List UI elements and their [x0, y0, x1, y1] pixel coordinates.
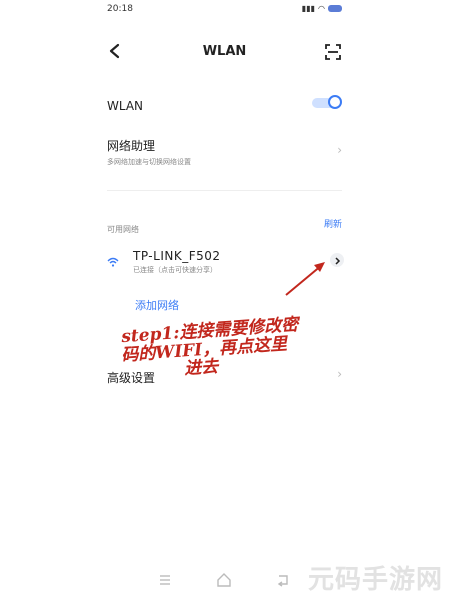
- chevron-right-icon: ›: [337, 367, 342, 381]
- refresh-button[interactable]: 刷新: [324, 217, 342, 230]
- wifi-network-name: TP-LINK_F502: [133, 249, 221, 263]
- wifi-status-icon: ◠: [318, 4, 325, 13]
- home-icon[interactable]: [214, 570, 234, 590]
- divider: [107, 190, 342, 191]
- header: WLAN: [93, 40, 356, 64]
- wlan-label: WLAN: [107, 99, 144, 113]
- wifi-details-button[interactable]: [330, 253, 344, 267]
- wifi-icon: [107, 257, 119, 267]
- wlan-toggle[interactable]: [312, 95, 342, 111]
- phone-screen: 20:18 ▮▮▮ ◠ WLAN WLAN 网络助理 多网络加速与切换网络设置 …: [93, 0, 356, 600]
- back-icon[interactable]: [273, 570, 293, 590]
- scan-icon[interactable]: [324, 43, 342, 61]
- advanced-settings-row[interactable]: 高级设置 ›: [107, 367, 342, 385]
- annotation-arrow-icon: [285, 262, 325, 296]
- page-title: WLAN: [202, 44, 247, 59]
- toggle-knob: [328, 95, 342, 109]
- menu-icon[interactable]: [155, 570, 175, 590]
- network-assistant-subtitle: 多网络加速与切换网络设置: [107, 158, 191, 166]
- add-network-link[interactable]: 添加网络: [135, 297, 179, 313]
- status-bar: 20:18 ▮▮▮ ◠: [107, 4, 342, 18]
- available-networks-header: 可用网络 刷新: [107, 217, 342, 234]
- available-networks-label: 可用网络: [107, 225, 139, 234]
- advanced-settings-label: 高级设置: [107, 371, 156, 385]
- status-time: 20:18: [107, 4, 133, 14]
- wlan-toggle-row: WLAN: [107, 95, 342, 113]
- network-assistant-title: 网络助理: [107, 139, 156, 153]
- wifi-network-item[interactable]: TP-LINK_F502 已连接（点击可快速分享）: [107, 249, 344, 277]
- battery-icon: [328, 5, 342, 12]
- network-assistant-row[interactable]: 网络助理 多网络加速与切换网络设置 ›: [107, 137, 342, 167]
- wifi-network-status: 已连接（点击可快速分享）: [133, 266, 217, 274]
- watermark-logo: 元码手游网: [307, 565, 443, 595]
- chevron-right-icon: ›: [337, 143, 342, 157]
- signal-icon: ▮▮▮: [301, 4, 316, 13]
- status-icons: ▮▮▮ ◠: [302, 4, 342, 13]
- chevron-right-icon: [335, 257, 341, 265]
